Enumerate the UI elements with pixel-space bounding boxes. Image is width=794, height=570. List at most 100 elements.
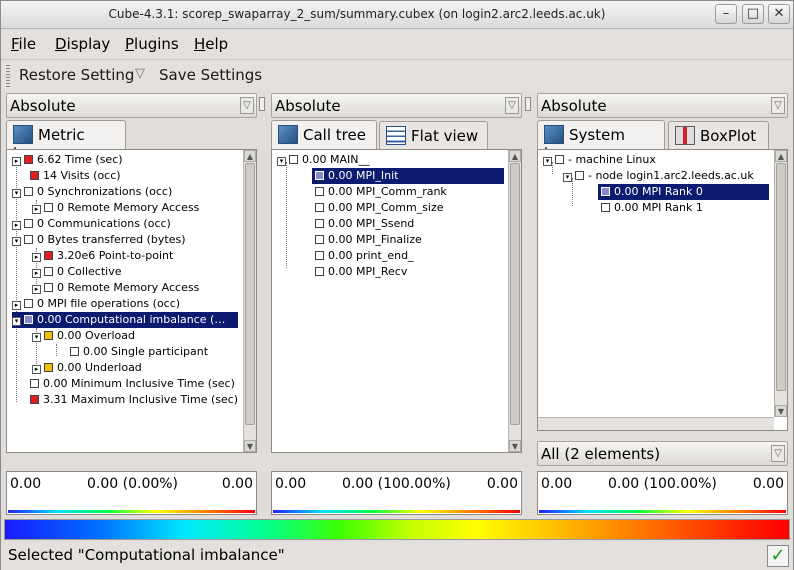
scroll-thumb[interactable]	[245, 163, 255, 425]
expand-icon[interactable]: ▾	[12, 189, 21, 198]
scroll-down-icon[interactable]: ▼	[775, 405, 787, 417]
metric-tree[interactable]: ▸ 6.62 Time (sec) 14 Visits (occ) ▾ 0 Sync…	[6, 149, 257, 453]
system-vertical-scrollbar[interactable]: ▲ ▼	[774, 150, 787, 417]
splitter-handle[interactable]	[259, 97, 265, 111]
metric-row-label: 0 Remote Memory Access	[57, 201, 200, 214]
menu-plugins[interactable]: Plugins	[125, 35, 179, 53]
metric-row[interactable]: ▾ 0 Bytes transferred (bytes)	[12, 232, 186, 248]
splitter-1[interactable]	[259, 93, 265, 519]
tab-boxplot[interactable]: BoxPlot	[668, 121, 769, 149]
metric-row[interactable]: ▸ 0 Remote Memory Access	[32, 280, 199, 296]
metric-row[interactable]: ▸ 6.62 Time (sec)	[12, 152, 123, 168]
expand-icon[interactable]: ▸	[32, 253, 41, 262]
metric-row[interactable]: ▸ 0 Collective	[32, 264, 121, 280]
tab-system-tree[interactable]: System tree	[537, 120, 665, 162]
color-swatch-icon	[601, 203, 610, 212]
scroll-down-icon[interactable]: ▼	[509, 440, 521, 452]
chevron-down-icon[interactable]: ▽	[505, 97, 519, 114]
metric-row-selected[interactable]: ▾ 0.00 Computational imbalance (…	[12, 312, 238, 328]
save-settings-button[interactable]: Save Settings	[159, 66, 262, 84]
scroll-up-icon[interactable]: ▲	[509, 150, 521, 162]
system-color-scale	[539, 510, 786, 513]
expand-icon[interactable]: ▸	[32, 269, 41, 278]
call-row[interactable]: 0.00 MPI_Comm_rank	[312, 184, 447, 200]
call-row[interactable]: 0.00 print_end_	[312, 248, 414, 264]
call-row[interactable]: 0.00 MPI_Comm_size	[312, 200, 444, 216]
system-tree[interactable]: ▾ - machine Linux ▾ - node login1.arc2.lee…	[537, 149, 788, 431]
system-row-selected[interactable]: 0.00 MPI Rank 0	[598, 184, 769, 200]
tab-flat-view[interactable]: Flat view	[379, 121, 488, 149]
metric-color-scale	[8, 510, 255, 513]
expand-icon[interactable]: ▾	[277, 157, 286, 166]
toolbar-grip[interactable]	[6, 65, 10, 87]
call-row-label: 0.00 MPI_Finalize	[328, 233, 422, 246]
expand-icon[interactable]: ▾	[563, 173, 572, 182]
menu-display[interactable]: Display	[55, 35, 110, 53]
metric-row[interactable]: ▸ 0 Remote Memory Access	[32, 200, 199, 216]
expand-icon[interactable]: ▸	[32, 365, 41, 374]
system-selection-select[interactable]: All (2 elements) ▽	[537, 441, 788, 466]
ok-check-icon[interactable]: ✓	[767, 545, 789, 567]
system-row[interactable]: ▾ - machine Linux	[543, 152, 656, 168]
call-tree[interactable]: ▾ 0.00 MAIN__ 0.00 MPI_Init 0.00 MPI_Comm…	[271, 149, 522, 453]
restore-dropdown-icon[interactable]: ▽	[135, 66, 145, 81]
system-horizontal-scrollbar[interactable]	[538, 417, 774, 430]
splitter-2[interactable]	[525, 93, 531, 519]
call-mode-select[interactable]: Absolute ▽	[271, 93, 522, 118]
metric-row[interactable]: ▾ 0.00 Overload	[32, 328, 135, 344]
expand-icon[interactable]: ▾	[543, 157, 552, 166]
metric-row[interactable]: ▸ 0.00 Underload	[32, 360, 142, 376]
metric-row[interactable]: ▸ 0 Communications (occ)	[12, 216, 171, 232]
expand-icon[interactable]: ▾	[12, 237, 21, 246]
expand-icon[interactable]: ▸	[32, 285, 41, 294]
metric-row-label: 0 Remote Memory Access	[57, 281, 200, 294]
scroll-down-icon[interactable]: ▼	[244, 440, 256, 452]
call-row[interactable]: 0.00 MPI_Finalize	[312, 232, 422, 248]
menu-plugins-mnemonic: P	[125, 35, 135, 53]
close-button[interactable]: ✕	[768, 4, 790, 24]
tab-call-tree[interactable]: Call tree	[271, 120, 377, 150]
expand-icon[interactable]: ▾	[12, 317, 21, 326]
tab-metric-tree[interactable]: Metric tree	[6, 120, 126, 162]
metric-mode-select[interactable]: Absolute ▽	[6, 93, 257, 118]
menu-file[interactable]: File	[11, 35, 36, 53]
color-swatch-icon	[44, 331, 53, 340]
metric-row[interactable]: 0.00 Single participant	[67, 344, 208, 360]
call-row[interactable]: 0.00 MPI_Ssend	[312, 216, 414, 232]
chevron-down-icon[interactable]: ▽	[240, 97, 254, 114]
minimize-button[interactable]: –	[715, 4, 737, 24]
expand-icon[interactable]: ▸	[12, 301, 21, 310]
restore-setting-button[interactable]: Restore Setting	[19, 66, 134, 84]
expand-icon[interactable]: ▾	[32, 333, 41, 342]
splitter-handle[interactable]	[525, 97, 531, 111]
metric-row[interactable]: ▸ 3.20e6 Point-to-point	[32, 248, 173, 264]
metric-row[interactable]: ▾ 0 Synchronizations (occ)	[12, 184, 172, 200]
metric-row[interactable]: 14 Visits (occ)	[27, 168, 121, 184]
scroll-thumb[interactable]	[776, 163, 786, 391]
scroll-thumb[interactable]	[510, 163, 520, 425]
scroll-up-icon[interactable]: ▲	[244, 150, 256, 162]
system-tabs: System tree BoxPlot	[537, 120, 788, 162]
call-row[interactable]: 0.00 MPI_Recv	[312, 264, 407, 280]
call-row-selected[interactable]: 0.00 MPI_Init	[312, 168, 504, 184]
call-vertical-scrollbar[interactable]: ▲ ▼	[508, 150, 521, 452]
scroll-up-icon[interactable]: ▲	[775, 150, 787, 162]
menu-help[interactable]: Help	[194, 35, 228, 53]
expand-icon[interactable]: ▸	[32, 205, 41, 214]
system-row[interactable]: ▾ - node login1.arc2.leeds.ac.uk	[563, 168, 754, 184]
metric-row[interactable]: 3.31 Maximum Inclusive Time (sec)	[27, 392, 238, 408]
metric-row[interactable]: ▸ 0 MPI file operations (occ)	[12, 296, 180, 312]
expand-icon[interactable]: ▸	[12, 157, 21, 166]
maximize-button[interactable]: □	[742, 4, 764, 24]
metric-row-label: 0 Bytes transferred (bytes)	[37, 233, 186, 246]
metric-row[interactable]: 0.00 Minimum Inclusive Time (sec)	[27, 376, 235, 392]
system-row[interactable]: 0.00 MPI Rank 1	[598, 200, 703, 216]
chevron-down-icon[interactable]: ▽	[771, 97, 785, 114]
metric-vertical-scrollbar[interactable]: ▲ ▼	[243, 150, 256, 452]
color-swatch-icon	[575, 171, 584, 180]
chevron-down-icon[interactable]: ▽	[771, 445, 785, 462]
call-row[interactable]: ▾ 0.00 MAIN__	[277, 152, 369, 168]
system-mode-select[interactable]: Absolute ▽	[537, 93, 788, 118]
expand-icon[interactable]: ▸	[12, 221, 21, 230]
call-row-label: 0.00 MPI_Ssend	[328, 217, 415, 230]
